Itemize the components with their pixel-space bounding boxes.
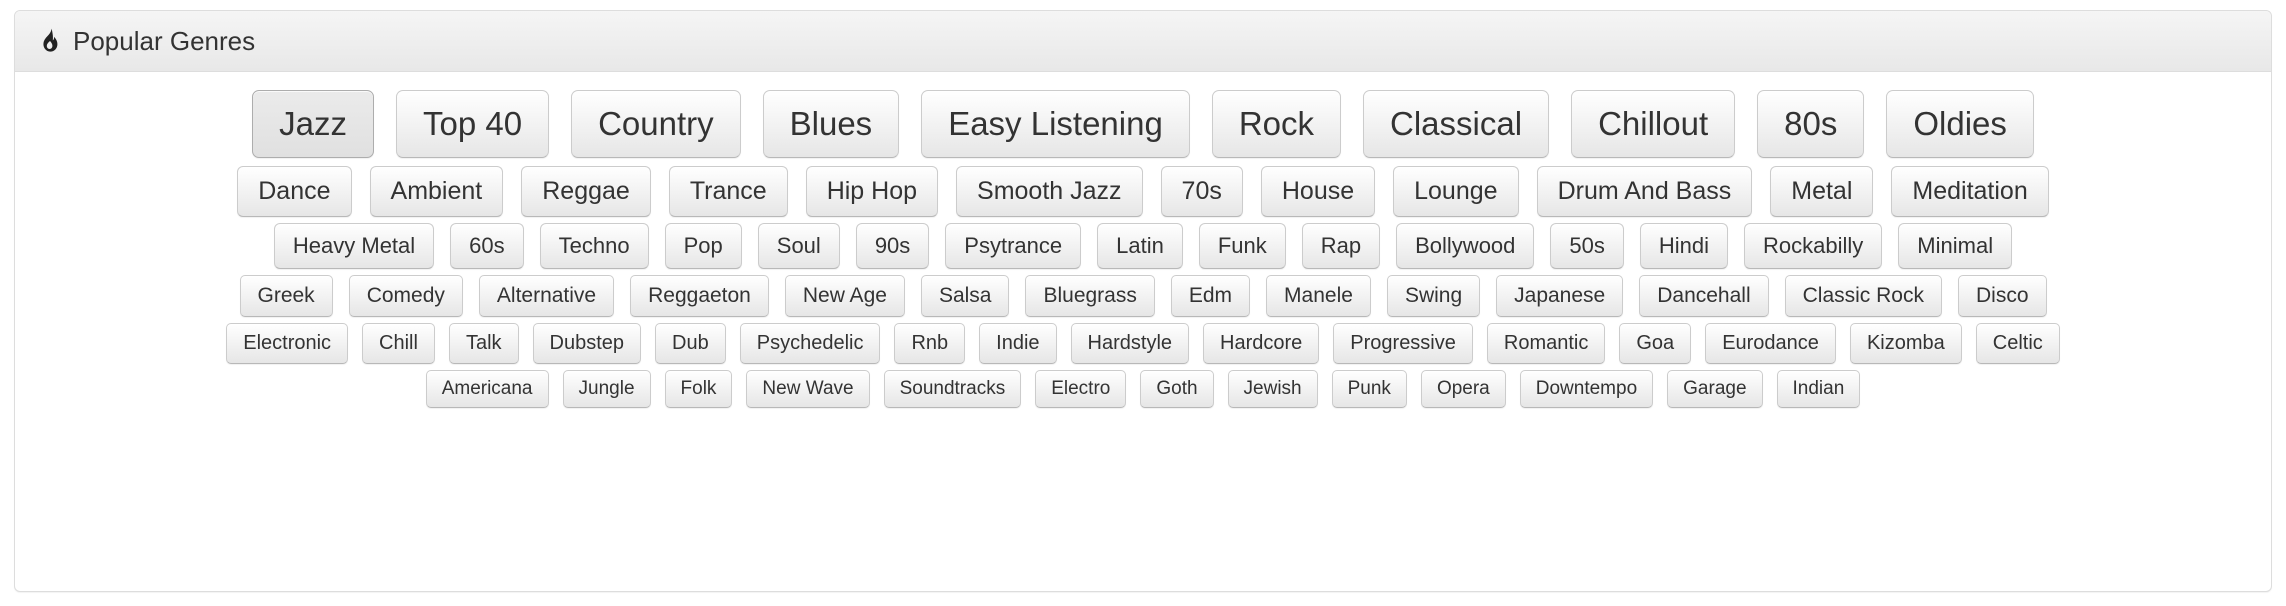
genre-button[interactable]: Garage bbox=[1667, 370, 1762, 408]
genre-button[interactable]: Chillout bbox=[1571, 90, 1735, 158]
genre-button[interactable]: Bluegrass bbox=[1025, 275, 1154, 317]
genre-button[interactable]: Progressive bbox=[1333, 323, 1473, 364]
genre-button[interactable]: Trance bbox=[669, 166, 788, 217]
genre-button[interactable]: Classical bbox=[1363, 90, 1549, 158]
genre-button[interactable]: Goa bbox=[1619, 323, 1691, 364]
genre-button[interactable]: Dub bbox=[655, 323, 726, 364]
genre-row-1: Jazz Top 40 Country Blues Easy Listening Rock… bbox=[33, 90, 2253, 158]
genre-row-3: Heavy Metal 60s Techno Pop Soul 90s Psytrance L… bbox=[33, 223, 2253, 269]
genre-button[interactable]: 80s bbox=[1757, 90, 1864, 158]
genre-button[interactable]: Comedy bbox=[349, 275, 463, 317]
genre-row-5: Electronic Chill Talk Dubstep Dub Psychedelic… bbox=[33, 323, 2253, 364]
genre-button[interactable]: Classic Rock bbox=[1785, 275, 1942, 317]
genre-button[interactable]: Romantic bbox=[1487, 323, 1605, 364]
genre-button[interactable]: Techno bbox=[540, 223, 649, 269]
genre-button[interactable]: Top 40 bbox=[396, 90, 549, 158]
genre-button[interactable]: Indie bbox=[979, 323, 1056, 364]
genre-button[interactable]: New Age bbox=[785, 275, 905, 317]
genre-button[interactable]: Smooth Jazz bbox=[956, 166, 1143, 217]
genre-button[interactable]: Rockabilly bbox=[1744, 223, 1882, 269]
genre-row-2: Dance Ambient Reggae Trance Hip Hop Smooth Ja… bbox=[33, 166, 2253, 217]
genre-button[interactable]: Goth bbox=[1140, 370, 1213, 408]
genre-button[interactable]: Oldies bbox=[1886, 90, 2034, 158]
genre-button[interactable]: Minimal bbox=[1898, 223, 2012, 269]
genre-button[interactable]: Psychedelic bbox=[740, 323, 881, 364]
genre-button[interactable]: New Wave bbox=[746, 370, 869, 408]
genre-row-4: Greek Comedy Alternative Reggaeton New Age Sa… bbox=[33, 275, 2253, 317]
genre-button[interactable]: Edm bbox=[1171, 275, 1250, 317]
genre-button[interactable]: Latin bbox=[1097, 223, 1183, 269]
genre-button[interactable]: Eurodance bbox=[1705, 323, 1836, 364]
genre-button[interactable]: Indian bbox=[1777, 370, 1861, 408]
page-root: Popular Genres Jazz Top 40 Country Blues Eas… bbox=[0, 0, 2286, 606]
genre-button[interactable]: 60s bbox=[450, 223, 523, 269]
genre-button[interactable]: Rock bbox=[1212, 90, 1341, 158]
genre-button[interactable]: House bbox=[1261, 166, 1375, 217]
genre-button[interactable]: Manele bbox=[1266, 275, 1371, 317]
genre-button[interactable]: Alternative bbox=[479, 275, 614, 317]
genre-button[interactable]: Kizomba bbox=[1850, 323, 1962, 364]
genre-button[interactable]: Americana bbox=[426, 370, 549, 408]
genre-button[interactable]: Rap bbox=[1302, 223, 1380, 269]
genre-button[interactable]: Rnb bbox=[894, 323, 965, 364]
genre-button[interactable]: Jazz bbox=[252, 90, 374, 158]
genre-button[interactable]: Folk bbox=[665, 370, 733, 408]
genre-button[interactable]: Ambient bbox=[370, 166, 504, 217]
genre-button[interactable]: 50s bbox=[1550, 223, 1623, 269]
genre-button[interactable]: 70s bbox=[1161, 166, 1243, 217]
popular-genres-panel: Popular Genres Jazz Top 40 Country Blues Eas… bbox=[14, 10, 2272, 592]
genre-row-6: Americana Jungle Folk New Wave Soundtracks El… bbox=[33, 370, 2253, 408]
genre-button[interactable]: Electro bbox=[1035, 370, 1126, 408]
genre-button[interactable]: Opera bbox=[1421, 370, 1506, 408]
panel-header: Popular Genres bbox=[15, 11, 2271, 72]
genre-button[interactable]: Funk bbox=[1199, 223, 1286, 269]
genre-tag-cloud: Jazz Top 40 Country Blues Easy Listening Rock… bbox=[15, 72, 2271, 418]
genre-button[interactable]: Electronic bbox=[226, 323, 348, 364]
genre-button[interactable]: Country bbox=[571, 90, 741, 158]
genre-button[interactable]: 90s bbox=[856, 223, 929, 269]
genre-button[interactable]: Psytrance bbox=[945, 223, 1081, 269]
flame-icon bbox=[39, 28, 61, 54]
genre-button[interactable]: Hindi bbox=[1640, 223, 1728, 269]
genre-button[interactable]: Greek bbox=[240, 275, 333, 317]
genre-button[interactable]: Downtempo bbox=[1520, 370, 1653, 408]
genre-button[interactable]: Soul bbox=[758, 223, 840, 269]
genre-button[interactable]: Jewish bbox=[1228, 370, 1318, 408]
genre-button[interactable]: Reggae bbox=[521, 166, 651, 217]
genre-button[interactable]: Pop bbox=[665, 223, 742, 269]
genre-button[interactable]: Metal bbox=[1770, 166, 1873, 217]
genre-button[interactable]: Disco bbox=[1958, 275, 2047, 317]
genre-button[interactable]: Bollywood bbox=[1396, 223, 1534, 269]
genre-button[interactable]: Celtic bbox=[1976, 323, 2060, 364]
genre-button[interactable]: Hardcore bbox=[1203, 323, 1319, 364]
genre-button[interactable]: Dance bbox=[237, 166, 351, 217]
genre-button[interactable]: Hardstyle bbox=[1071, 323, 1189, 364]
genre-button[interactable]: Lounge bbox=[1393, 166, 1518, 217]
genre-button[interactable]: Blues bbox=[763, 90, 900, 158]
genre-button[interactable]: Japanese bbox=[1496, 275, 1623, 317]
genre-button[interactable]: Punk bbox=[1332, 370, 1407, 408]
panel-title-text: Popular Genres bbox=[73, 28, 255, 54]
genre-button[interactable]: Meditation bbox=[1891, 166, 2048, 217]
genre-button[interactable]: Heavy Metal bbox=[274, 223, 434, 269]
genre-button[interactable]: Jungle bbox=[563, 370, 651, 408]
genre-button[interactable]: Soundtracks bbox=[884, 370, 1022, 408]
genre-button[interactable]: Swing bbox=[1387, 275, 1480, 317]
genre-button[interactable]: Hip Hop bbox=[806, 166, 938, 217]
genre-button[interactable]: Reggaeton bbox=[630, 275, 769, 317]
page-title: Popular Genres bbox=[39, 28, 255, 54]
genre-button[interactable]: Dancehall bbox=[1639, 275, 1768, 317]
genre-button[interactable]: Chill bbox=[362, 323, 435, 364]
genre-button[interactable]: Salsa bbox=[921, 275, 1010, 317]
genre-button[interactable]: Drum And Bass bbox=[1537, 166, 1753, 217]
genre-button[interactable]: Easy Listening bbox=[921, 90, 1190, 158]
genre-button[interactable]: Dubstep bbox=[533, 323, 642, 364]
genre-button[interactable]: Talk bbox=[449, 323, 519, 364]
